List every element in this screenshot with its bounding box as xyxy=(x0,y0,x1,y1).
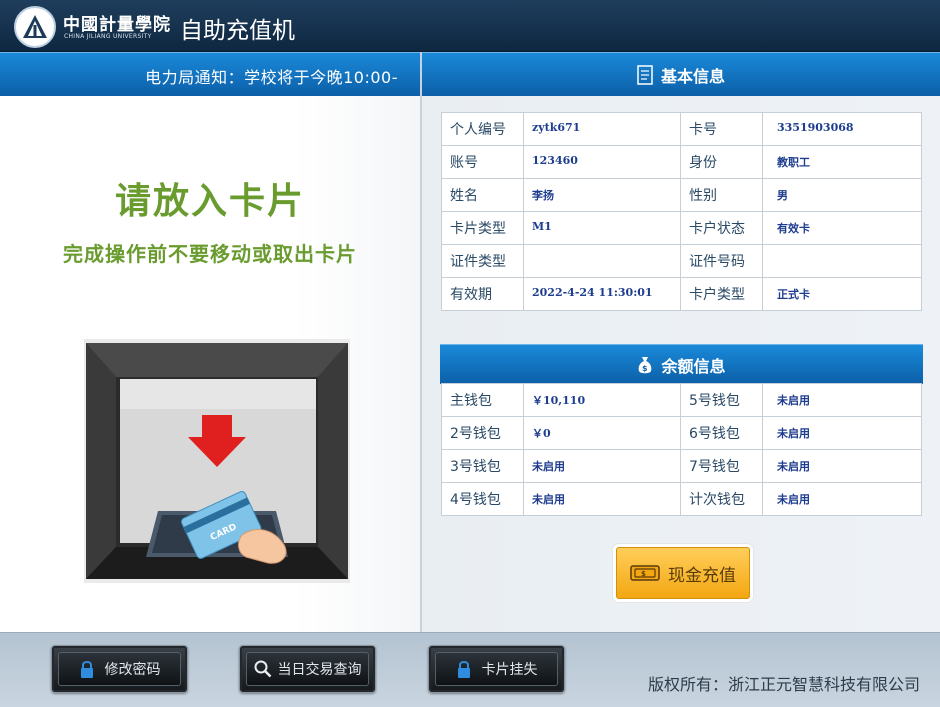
svg-text:$: $ xyxy=(641,570,646,578)
basic-info-value: 男 xyxy=(762,178,922,212)
balance-info-value: 未启用 xyxy=(762,383,922,417)
basic-info-table: 个人编号 zytk671 卡号 3351903068 账号 123460 身份 教职工 姓名 李扬… xyxy=(441,112,922,311)
basic-info-value: M1 xyxy=(523,211,681,245)
search-icon xyxy=(254,660,271,678)
basic-info-value: 3351903068 xyxy=(762,112,922,146)
basic-info-label: 姓名 xyxy=(441,178,524,212)
card-insert-panel: 电力局通知：学校将于今晚10:00- 请放入卡片 完成操作前不要移动或取出卡片 … xyxy=(0,52,420,632)
insert-card-instruction: 完成操作前不要移动或取出卡片 xyxy=(63,242,357,266)
change-password-button[interactable]: 修改密码 xyxy=(51,645,188,693)
insert-card-title: 请放入卡片 xyxy=(114,181,305,222)
basic-info-value: 正式卡 xyxy=(762,277,922,311)
basic-info-value xyxy=(523,244,681,278)
document-icon xyxy=(637,64,653,85)
copyright-text: 版权所有：浙江正元智慧科技有限公司 xyxy=(647,675,920,694)
basic-info-value: 李扬 xyxy=(523,178,681,212)
basic-info-label: 卡号 xyxy=(680,112,763,146)
basic-info-row: 个人编号 zytk671 卡号 3351903068 xyxy=(441,112,922,146)
balance-info-value: 未启用 xyxy=(762,482,922,516)
cash-recharge-button[interactable]: $ 现金充值 xyxy=(616,547,750,599)
balance-info-value: 未启用 xyxy=(762,416,922,450)
svg-text:$: $ xyxy=(642,364,648,373)
balance-info-label: 7号钱包 xyxy=(680,449,763,483)
balance-info-label: 计次钱包 xyxy=(680,482,763,516)
balance-info-label: 6号钱包 xyxy=(680,416,763,450)
basic-info-value: 教职工 xyxy=(762,145,922,179)
balance-info-row: 主钱包 ￥10,110 5号钱包 未启用 xyxy=(441,383,922,417)
balance-info-title: 余额信息 xyxy=(661,356,726,376)
basic-info-value: zytk671 xyxy=(523,112,681,146)
balance-info-table: 主钱包 ￥10,110 5号钱包 未启用 2号钱包 ￥0 6号钱包 未启用 3号钱包 未启用 7号钱… xyxy=(441,383,922,516)
balance-info-value: 未启用 xyxy=(762,449,922,483)
money-bag-icon: $ xyxy=(639,356,652,373)
balance-info-label: 2号钱包 xyxy=(441,416,524,450)
lock-icon xyxy=(457,661,470,678)
daily-transaction-query-label: 当日交易查询 xyxy=(277,662,362,678)
logo-chinese-name: 中國計量學院 xyxy=(63,15,171,35)
balance-info-value: 未启用 xyxy=(523,482,681,516)
balance-info-label: 主钱包 xyxy=(441,383,524,417)
basic-info-value xyxy=(762,244,922,278)
university-logo xyxy=(14,6,56,48)
app-title: 自助充值机 xyxy=(180,18,295,44)
basic-info-value: 123460 xyxy=(523,145,681,179)
basic-info-label: 卡户状态 xyxy=(680,211,763,245)
lock-icon xyxy=(80,661,93,678)
basic-info-label: 卡户类型 xyxy=(680,277,763,311)
balance-info-header: $ 余额信息 xyxy=(440,344,923,384)
balance-info-row: 2号钱包 ￥0 6号钱包 未启用 xyxy=(441,416,922,450)
balance-info-value: ￥10,110 xyxy=(523,383,681,417)
title-bar: 中國計量學院 CHINA JILIANG UNIVERSITY 自助充值机 xyxy=(0,0,940,52)
basic-info-row: 账号 123460 身份 教职工 xyxy=(441,145,922,179)
basic-info-label: 卡片类型 xyxy=(441,211,524,245)
basic-info-label: 账号 xyxy=(441,145,524,179)
basic-info-label: 个人编号 xyxy=(441,112,524,146)
balance-info-label: 4号钱包 xyxy=(441,482,524,516)
balance-info-row: 3号钱包 未启用 7号钱包 未启用 xyxy=(441,449,922,483)
basic-info-label: 有效期 xyxy=(441,277,524,311)
balance-info-label: 5号钱包 xyxy=(680,383,763,417)
balance-info-value: ￥0 xyxy=(523,416,681,450)
basic-info-value: 有效卡 xyxy=(762,211,922,245)
balance-info-value: 未启用 xyxy=(523,449,681,483)
report-card-loss-label: 卡片挂失 xyxy=(481,662,538,678)
basic-info-row: 姓名 李扬 性别男 xyxy=(441,178,922,212)
basic-info-row: 卡片类型 M1 卡户状态 有效卡 xyxy=(441,211,922,245)
basic-info-label: 性别 xyxy=(680,178,763,212)
basic-info-label: 证件类型 xyxy=(441,244,524,278)
basic-info-label: 证件号码 xyxy=(680,244,763,278)
change-password-label: 修改密码 xyxy=(104,662,161,678)
daily-transaction-query-button[interactable]: 当日交易查询 xyxy=(239,645,376,693)
balance-info-row: 4号钱包 未启用 计次钱包 未启用 xyxy=(441,482,922,516)
notice-bar: 电力局通知：学校将于今晚10:00- xyxy=(0,52,420,96)
notice-text: 电力局通知：学校将于今晚10:00- xyxy=(145,68,398,87)
basic-info-title: 基本信息 xyxy=(660,66,725,86)
basic-info-header: 基本信息 xyxy=(422,52,940,96)
basic-info-value: 2022-4-24 11:30:01 xyxy=(523,277,681,311)
logo-english-name: CHINA JILIANG UNIVERSITY xyxy=(64,33,152,40)
cash-icon: $ xyxy=(630,565,660,581)
card-reader-illustration: CARD xyxy=(84,339,350,583)
basic-info-row: 证件类型 证件号码 xyxy=(441,244,922,278)
balance-info-label: 3号钱包 xyxy=(441,449,524,483)
basic-info-row: 有效期 2022-4-24 11:30:01 卡户类型 正式卡 xyxy=(441,277,922,311)
cash-recharge-label: 现金充值 xyxy=(668,565,736,586)
basic-info-label: 身份 xyxy=(680,145,763,179)
report-card-loss-button[interactable]: 卡片挂失 xyxy=(428,645,565,693)
